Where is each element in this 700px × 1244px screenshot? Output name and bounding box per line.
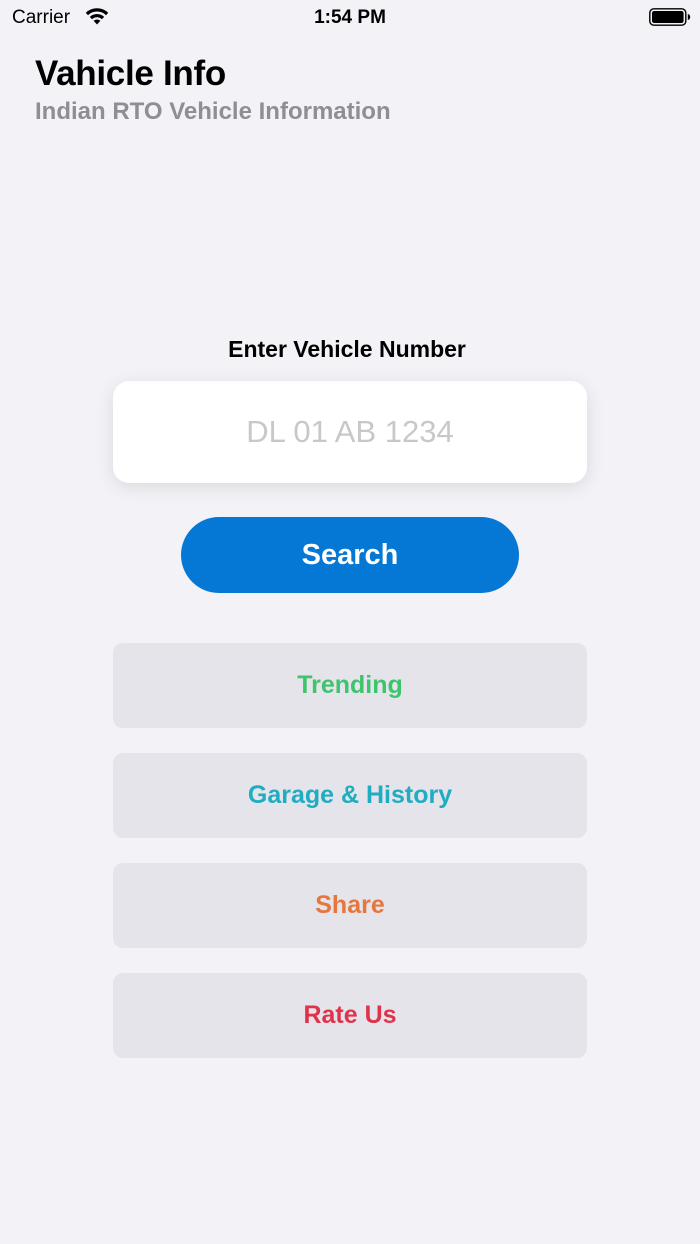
app-subtitle: Indian RTO Vehicle Information — [35, 98, 391, 125]
search-button[interactable]: Search — [181, 517, 519, 593]
rate-us-button[interactable]: Rate Us — [113, 973, 587, 1058]
vehicle-number-input[interactable] — [113, 381, 587, 483]
status-bar: Carrier 1:54 PM — [0, 0, 700, 36]
trending-button[interactable]: Trending — [113, 643, 587, 728]
app-title: Vahicle Info — [35, 54, 226, 93]
vehicle-number-label: Enter Vehicle Number — [228, 336, 466, 362]
status-time: 1:54 PM — [314, 7, 386, 28]
share-button[interactable]: Share — [113, 863, 587, 948]
garage-history-button[interactable]: Garage & History — [113, 753, 587, 838]
battery-icon — [649, 8, 691, 26]
